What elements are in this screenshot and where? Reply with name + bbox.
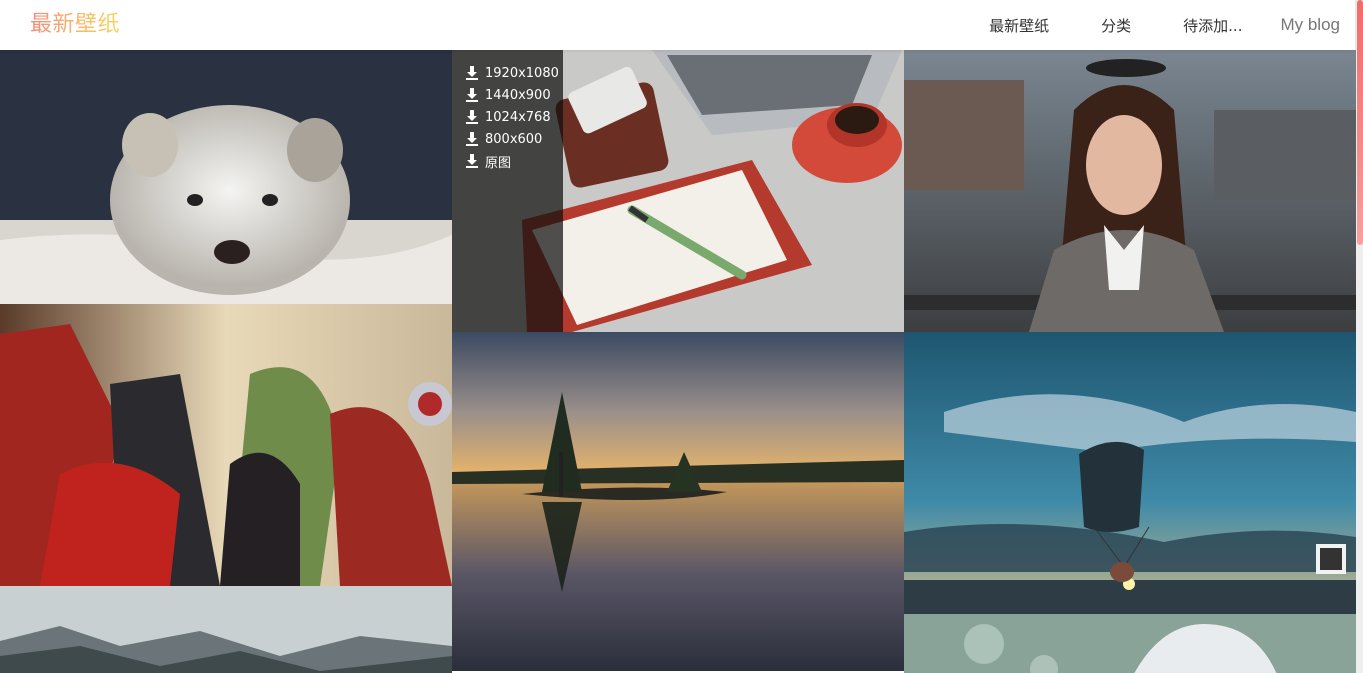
scrollbar-thumb[interactable] [1357,0,1363,245]
nav-latest-wallpapers[interactable]: 最新壁纸 [989,15,1049,36]
download-icon [466,66,478,80]
download-1440x900[interactable]: 1440x900 [452,84,563,106]
woman-in-coat-image [904,50,1356,332]
wallpaper-grid: 1920x1080 1440x900 1024x768 800x600 原图 [0,50,1356,673]
wallpaper-paraglider[interactable] [904,332,1356,614]
download-original[interactable]: 原图 [452,150,563,172]
site-logo[interactable]: 最新壁纸 [30,11,120,39]
husky-puppy-image [0,50,452,304]
download-1024x768[interactable]: 1024x768 [452,106,563,128]
download-icon [466,154,478,168]
download-1920x1080[interactable]: 1920x1080 [452,62,563,84]
page-scrollbar[interactable] [1355,0,1363,673]
download-icon [466,132,478,146]
wallpaper-husky-puppy[interactable] [0,50,452,304]
download-800x600[interactable]: 800x600 [452,128,563,150]
wallpaper-lake-sunset[interactable] [452,332,904,671]
download-icon [466,110,478,124]
nav-to-be-added[interactable]: 待添加... [1183,15,1242,36]
wallpaper-avengers-heroes[interactable] [0,304,452,586]
download-icon [466,88,478,102]
wallpaper-misty-mountains[interactable] [0,586,452,673]
top-header: 最新壁纸 最新壁纸 分类 待添加... My blog [0,0,1355,50]
wallpaper-desk-notebook[interactable]: 1920x1080 1440x900 1024x768 800x600 原图 [452,50,904,332]
lake-sunset-image [452,332,904,671]
avengers-image [0,304,452,586]
nav-my-blog[interactable]: My blog [1280,15,1340,35]
wallpaper-white-haired-portrait[interactable] [904,614,1356,673]
misty-mountains-image [0,586,452,673]
paraglider-image [904,332,1356,614]
download-size-menu: 1920x1080 1440x900 1024x768 800x600 原图 [452,50,563,332]
main-nav: 最新壁纸 分类 待添加... My blog [937,0,1340,50]
white-haired-portrait-image [904,614,1356,673]
wallpaper-woman-in-coat[interactable] [904,50,1356,332]
nav-categories[interactable]: 分类 [1101,15,1131,36]
